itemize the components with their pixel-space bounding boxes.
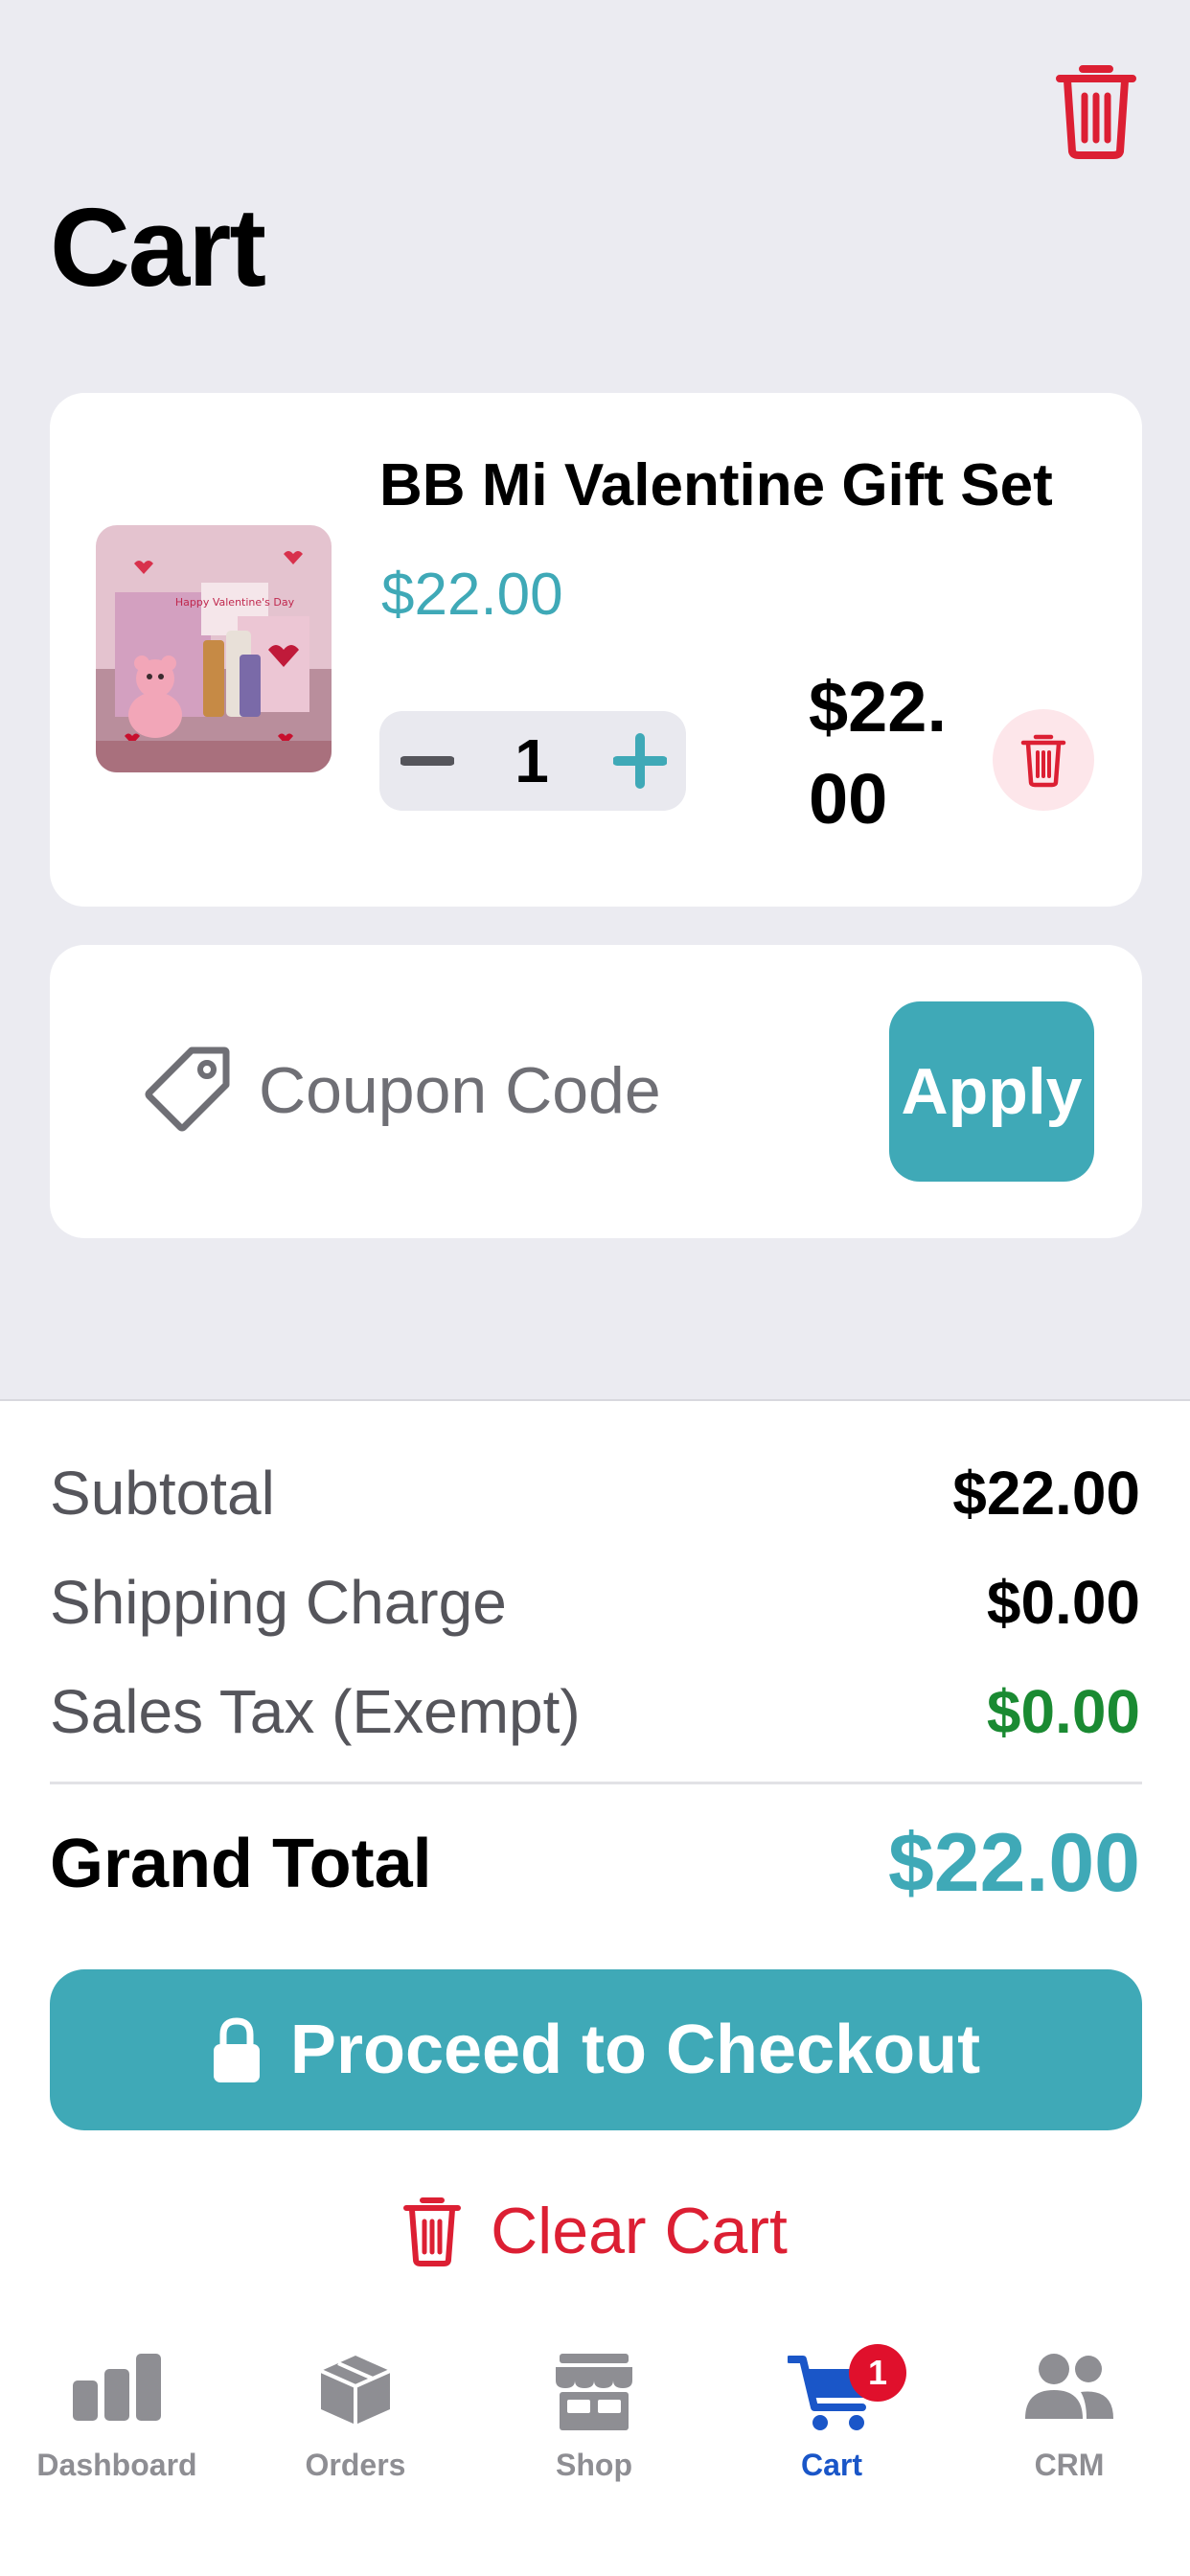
tag-icon (144, 1045, 232, 1133)
coupon-code-input[interactable] (259, 1045, 853, 1137)
tab-label: CRM (1034, 2448, 1105, 2482)
proceed-to-checkout-button[interactable]: Proceed to Checkout (50, 1969, 1142, 2130)
subtotal-value: $22.00 (952, 1459, 1140, 1528)
bar-chart-icon (73, 2354, 161, 2421)
grand-total-label: Grand Total (50, 1826, 432, 1902)
people-icon (1025, 2354, 1113, 2419)
product-name: BB Mi Valentine Gift Set (379, 452, 1053, 518)
card-text: Happy Valentine's Day (175, 596, 295, 609)
clear-cart-trash-button[interactable] (1054, 59, 1138, 159)
shipping-label: Shipping Charge (50, 1568, 507, 1637)
box-icon (320, 2356, 391, 2425)
clear-cart-button[interactable]: Clear Cart (0, 2183, 1190, 2279)
tab-dashboard[interactable]: Dashboard (21, 2338, 213, 2501)
grand-total-value: $22.00 (887, 1817, 1140, 1909)
increase-quantity-button[interactable] (612, 711, 668, 811)
store-icon (556, 2354, 632, 2430)
lock-icon (213, 2017, 260, 2082)
quantity-value: 1 (515, 726, 549, 795)
sales-tax-label: Sales Tax (Exempt) (50, 1677, 581, 1746)
unit-price: $22.00 (381, 562, 563, 628)
tab-label: Orders (305, 2448, 406, 2482)
remove-item-button[interactable] (993, 709, 1094, 811)
tab-shop[interactable]: Shop (498, 2338, 690, 2501)
tab-label: Dashboard (36, 2448, 197, 2482)
decrease-quantity-button[interactable] (400, 711, 455, 811)
trash-icon (403, 2197, 462, 2266)
page-title: Cart (50, 185, 266, 310)
summary-divider (50, 1782, 1142, 1784)
trash-icon (1056, 65, 1136, 159)
product-image[interactable]: Happy Valentine's Day (96, 525, 332, 772)
tab-bar: Dashboard Orders Shop 1 Cart CRM (0, 2319, 1190, 2576)
apply-coupon-button[interactable]: Apply (889, 1001, 1094, 1182)
tab-label: Cart (800, 2448, 862, 2482)
clear-cart-label: Clear Cart (491, 2195, 788, 2267)
tab-label: Shop (556, 2448, 632, 2482)
checkout-label: Proceed to Checkout (289, 2012, 981, 2088)
shipping-value: $0.00 (986, 1568, 1140, 1637)
minus-icon (400, 756, 455, 766)
tab-crm[interactable]: CRM (973, 2338, 1165, 2501)
plus-icon (612, 733, 668, 789)
trash-icon (1020, 734, 1066, 788)
tab-cart[interactable]: 1 Cart (736, 2338, 927, 2501)
sales-tax-value: $0.00 (986, 1677, 1140, 1746)
cart-badge: 1 (849, 2344, 906, 2402)
line-total: $22.00 (809, 667, 948, 839)
tab-orders[interactable]: Orders (260, 2338, 451, 2501)
subtotal-label: Subtotal (50, 1459, 275, 1528)
